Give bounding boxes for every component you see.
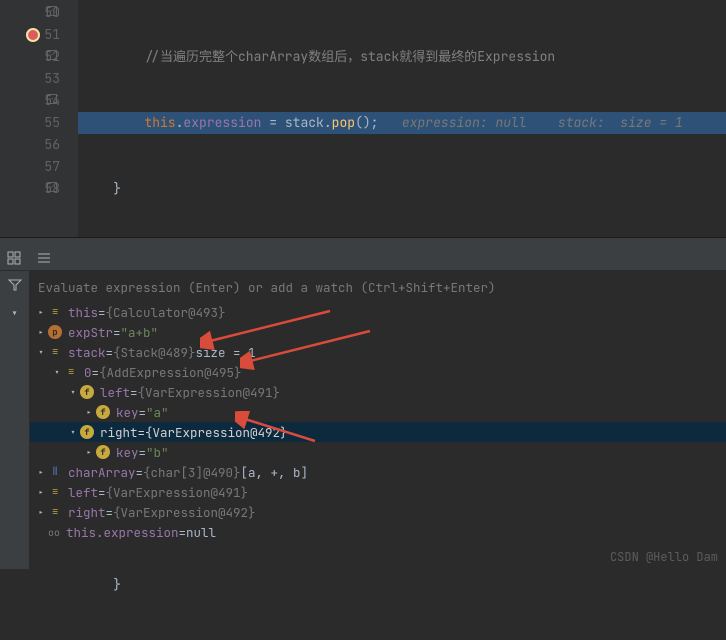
brace: } [113, 180, 121, 197]
expand-arrow-icon[interactable]: ▸ [34, 466, 48, 479]
collapse-arrow-icon[interactable]: ▾ [34, 346, 48, 359]
line-number: 56 [44, 136, 60, 153]
expand-arrow-icon[interactable]: ▸ [34, 326, 48, 339]
object-icon: ≡ [48, 485, 62, 499]
brace: } [113, 576, 121, 593]
fold-icon[interactable]: − [47, 182, 57, 192]
breakpoint-icon[interactable] [26, 28, 40, 42]
field-icon: f [80, 385, 94, 399]
code-area[interactable]: //当遍历完整个charArray数组后，stack就得到最终的Expressi… [78, 0, 726, 237]
filter-icon[interactable] [7, 277, 23, 293]
evaluate-expression-input[interactable]: Evaluate expression (Enter) or add a wat… [30, 275, 726, 302]
chevron-down-icon[interactable]: ▾ [7, 305, 23, 321]
variables-tree[interactable]: Evaluate expression (Enter) or add a wat… [30, 271, 726, 569]
keyword-this: this [144, 114, 175, 131]
field-icon: f [96, 445, 110, 459]
fold-icon[interactable]: − [47, 94, 57, 104]
line-number: 51 [44, 26, 60, 43]
line-number: 57 [44, 158, 60, 175]
field-expression: expression [183, 114, 261, 131]
inline-hint: expression: null [402, 114, 527, 131]
field-icon: f [96, 405, 110, 419]
line-number: 55 [44, 114, 60, 131]
fold-icon[interactable]: − [47, 6, 57, 16]
code-editor: 50− 51 52− 53 54− 55 56 57 58− //当遍历完整个c… [0, 0, 726, 237]
var-right-outer[interactable]: ▸≡right = {VarExpression@492} [30, 502, 726, 522]
watermark: CSDN @Hello Dam [610, 549, 718, 565]
object-icon: ≡ [64, 365, 78, 379]
list-view-icon[interactable] [36, 250, 52, 266]
object-icon: ≡ [48, 505, 62, 519]
line-number: 53 [44, 70, 60, 87]
comment: //当遍历完整个charArray数组后，stack就得到最终的Expressi… [144, 48, 555, 65]
debug-panel: ▾ Evaluate expression (Enter) or add a w… [0, 271, 726, 569]
object-icon: ≡ [48, 305, 62, 319]
var-right[interactable]: ▾fright = {VarExpression@492} [30, 422, 726, 442]
null-icon: oo [48, 526, 60, 539]
var-left-outer[interactable]: ▸≡left = {VarExpression@491} [30, 482, 726, 502]
method-pop: pop [332, 114, 355, 131]
expand-arrow-icon[interactable]: ▸ [34, 306, 48, 319]
var-stack-0[interactable]: ▾≡0 = {AddExpression@495} [30, 362, 726, 382]
var-this-expression[interactable]: oothis.expression = null [30, 522, 726, 542]
var-left[interactable]: ▾fleft = {VarExpression@491} [30, 382, 726, 402]
collapse-arrow-icon[interactable]: ▾ [66, 426, 80, 439]
var-stack[interactable]: ▾≡stack = {Stack@489} size = 1 [30, 342, 726, 362]
field-icon: f [80, 425, 94, 439]
var-right-key[interactable]: ▸fkey = "b" [30, 442, 726, 462]
collapse-arrow-icon[interactable]: ▾ [66, 386, 80, 399]
param-icon: p [48, 325, 62, 339]
var-this[interactable]: ▸≡this = {Calculator@493} [30, 302, 726, 322]
fold-icon[interactable]: − [47, 50, 57, 60]
grid-view-icon[interactable] [6, 250, 22, 266]
array-icon: ⦀ [48, 465, 62, 479]
collapse-arrow-icon[interactable]: ▾ [50, 366, 64, 379]
editor-gutter: 50− 51 52− 53 54− 55 56 57 58− [0, 0, 78, 237]
inline-hint: stack: size = 1 [558, 114, 683, 131]
expand-arrow-icon[interactable]: ▸ [34, 486, 48, 499]
var-expStr[interactable]: ▸pexpStr = "a+b" [30, 322, 726, 342]
var-charArray[interactable]: ▸⦀charArray = {char[3]@490} [a, +, b] [30, 462, 726, 482]
debug-sidebar: ▾ [0, 271, 30, 569]
object-icon: ≡ [48, 345, 62, 359]
expand-arrow-icon[interactable]: ▸ [82, 446, 96, 459]
expand-arrow-icon[interactable]: ▸ [82, 406, 96, 419]
expand-arrow-icon[interactable]: ▸ [34, 506, 48, 519]
var-left-key[interactable]: ▸fkey = "a" [30, 402, 726, 422]
